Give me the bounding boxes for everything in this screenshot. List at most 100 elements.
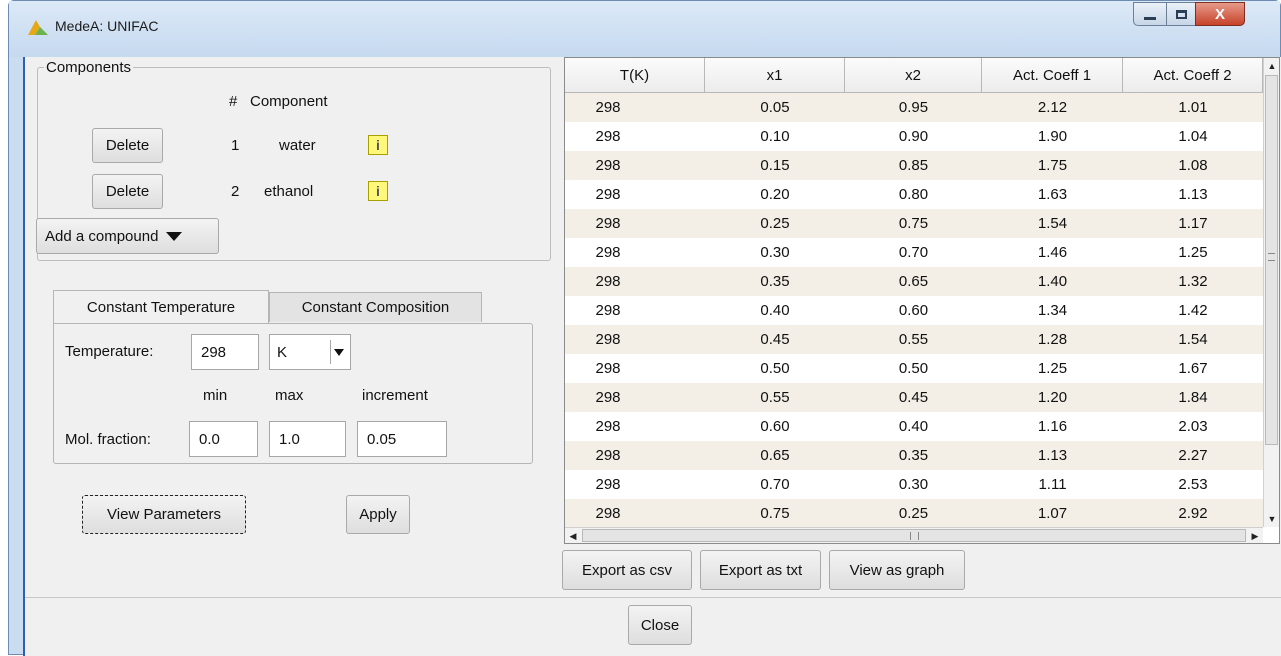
table-row[interactable]: 298 0.20 0.80 1.63 1.13: [565, 180, 1263, 209]
grip-icon: [909, 532, 919, 540]
component-name: ethanol: [264, 183, 314, 200]
cell-act-coeff-1: 1.90: [1037, 128, 1068, 145]
table-row[interactable]: 298 0.15 0.85 1.75 1.08: [565, 151, 1263, 180]
title-bar[interactable]: MedeA: UNIFAC X: [9, 1, 1280, 57]
tab-constant-composition[interactable]: Constant Composition: [269, 292, 482, 322]
delete-water-button[interactable]: Delete: [92, 128, 163, 163]
minimize-button[interactable]: [1133, 2, 1167, 26]
grip-icon: [1268, 253, 1275, 261]
view-graph-button[interactable]: View as graph: [829, 550, 965, 590]
cell-x1: 0.70: [760, 476, 790, 493]
scroll-down-icon[interactable]: ▼: [1264, 511, 1280, 527]
unit-select[interactable]: K: [269, 334, 351, 370]
export-txt-button[interactable]: Export as txt: [700, 550, 821, 590]
dialog-body: Components # Component Delete 1 water i …: [23, 57, 1281, 656]
close-window-button[interactable]: X: [1195, 2, 1245, 26]
components-group: Components # Component Delete 1 water i …: [36, 59, 551, 261]
cell-temperature: 298: [595, 186, 621, 203]
table-row[interactable]: 298 0.35 0.65 1.40 1.32: [565, 267, 1263, 296]
cell-act-coeff-1: 1.46: [1037, 244, 1068, 261]
view-parameters-button[interactable]: View Parameters: [82, 495, 246, 534]
dialog-footer: Close: [25, 597, 1281, 656]
cell-temperature: 298: [595, 244, 621, 261]
horizontal-scrollbar[interactable]: ◀ ▶: [565, 527, 1263, 543]
cell-act-coeff-2: 1.17: [1178, 215, 1208, 232]
cell-x2: 0.30: [898, 476, 929, 493]
cell-act-coeff-1: 1.16: [1037, 418, 1068, 435]
temperature-label: Temperature:: [65, 343, 154, 360]
table-row[interactable]: 298 0.45 0.55 1.28 1.54: [565, 325, 1263, 354]
component-num: 1: [231, 137, 240, 154]
cell-x2: 0.60: [898, 302, 929, 319]
components-group-label: Components: [44, 59, 134, 76]
temperature-input[interactable]: 298: [191, 334, 259, 370]
scroll-left-icon[interactable]: ◀: [565, 528, 581, 544]
component-name: water: [279, 137, 316, 154]
max-fraction-input[interactable]: 1.0: [269, 421, 346, 457]
close-button[interactable]: Close: [628, 605, 692, 645]
chevron-down-icon: [334, 349, 344, 356]
cell-act-coeff-1: 1.40: [1037, 273, 1068, 290]
column-header-act-coeff-1[interactable]: Act. Coeff 1: [982, 58, 1123, 93]
select-divider: [330, 340, 331, 364]
unit-select-value: K: [277, 343, 288, 361]
cell-x1: 0.25: [760, 215, 790, 232]
table-row[interactable]: 298 0.55 0.45 1.20 1.84: [565, 383, 1263, 412]
cell-x1: 0.40: [760, 302, 790, 319]
cell-act-coeff-1: 2.12: [1037, 99, 1068, 116]
cell-temperature: 298: [595, 331, 621, 348]
cell-act-coeff-2: 2.92: [1178, 505, 1208, 522]
cell-temperature: 298: [595, 360, 621, 377]
table-row[interactable]: 298 0.40 0.60 1.34 1.42: [565, 296, 1263, 325]
scroll-right-icon[interactable]: ▶: [1247, 528, 1263, 544]
cell-act-coeff-1: 1.20: [1037, 389, 1068, 406]
vertical-scroll-thumb[interactable]: [1265, 75, 1278, 445]
cell-temperature: 298: [595, 215, 621, 232]
cell-temperature: 298: [595, 128, 621, 145]
constant-temperature-panel: Temperature: 298 K min max increment Mol…: [53, 323, 533, 464]
vertical-scrollbar[interactable]: ▲ ▼: [1263, 58, 1279, 527]
delete-ethanol-button[interactable]: Delete: [92, 174, 163, 209]
tab-constant-temperature[interactable]: Constant Temperature: [53, 290, 269, 324]
info-icon[interactable]: i: [368, 181, 388, 201]
table-row[interactable]: 298 0.05 0.95 2.12 1.01: [565, 93, 1263, 122]
cell-x1: 0.15: [760, 157, 790, 174]
table-body: 298 0.05 0.95 2.12 1.01 298 0.10 0.90 1.90 1.04 29…: [565, 93, 1263, 528]
column-header-act-coeff-2[interactable]: Act. Coeff 2: [1123, 58, 1263, 93]
table-row[interactable]: 298 0.25 0.75 1.54 1.17: [565, 209, 1263, 238]
scroll-up-icon[interactable]: ▲: [1264, 58, 1280, 74]
cell-x2: 0.70: [898, 244, 929, 261]
cell-x2: 0.80: [898, 186, 929, 203]
cell-x1: 0.20: [760, 186, 790, 203]
min-column-label: min: [203, 387, 228, 404]
cell-act-coeff-1: 1.75: [1037, 157, 1068, 174]
table-row[interactable]: 298 0.30 0.70 1.46 1.25: [565, 238, 1263, 267]
table-row[interactable]: 298 0.65 0.35 1.13 2.27: [565, 441, 1263, 470]
table-row[interactable]: 298 0.50 0.50 1.25 1.67: [565, 354, 1263, 383]
column-header-component: Component: [250, 93, 328, 110]
results-table[interactable]: T(K) x1 x2 Act. Coeff 1 Act. Coeff 2 298…: [564, 57, 1280, 544]
export-csv-button[interactable]: Export as csv: [562, 550, 692, 590]
cell-x2: 0.40: [898, 418, 929, 435]
add-compound-button[interactable]: Add a compound: [36, 218, 219, 254]
apply-button[interactable]: Apply: [346, 495, 410, 534]
table-row[interactable]: 298 0.60 0.40 1.16 2.03: [565, 412, 1263, 441]
table-row[interactable]: 298 0.75 0.25 1.07 2.92: [565, 499, 1263, 528]
maximize-icon: [1175, 9, 1187, 19]
cell-x1: 0.10: [760, 128, 790, 145]
column-header-num: #: [229, 93, 238, 110]
maximize-button[interactable]: [1166, 2, 1196, 26]
table-row[interactable]: 298 0.70 0.30 1.11 2.53: [565, 470, 1263, 499]
column-header-x1[interactable]: x1: [705, 58, 845, 93]
column-header-temperature[interactable]: T(K): [565, 58, 705, 93]
cell-x2: 0.45: [898, 389, 929, 406]
column-header-x2[interactable]: x2: [845, 58, 982, 93]
info-icon[interactable]: i: [368, 135, 388, 155]
cell-x2: 0.90: [898, 128, 929, 145]
cell-x1: 0.45: [760, 331, 790, 348]
horizontal-scroll-thumb[interactable]: [582, 529, 1246, 542]
increment-input[interactable]: 0.05: [357, 421, 447, 457]
table-row[interactable]: 298 0.10 0.90 1.90 1.04: [565, 122, 1263, 151]
app-window: MedeA: UNIFAC X Components # Component D…: [8, 0, 1281, 656]
min-fraction-input[interactable]: 0.0: [189, 421, 258, 457]
